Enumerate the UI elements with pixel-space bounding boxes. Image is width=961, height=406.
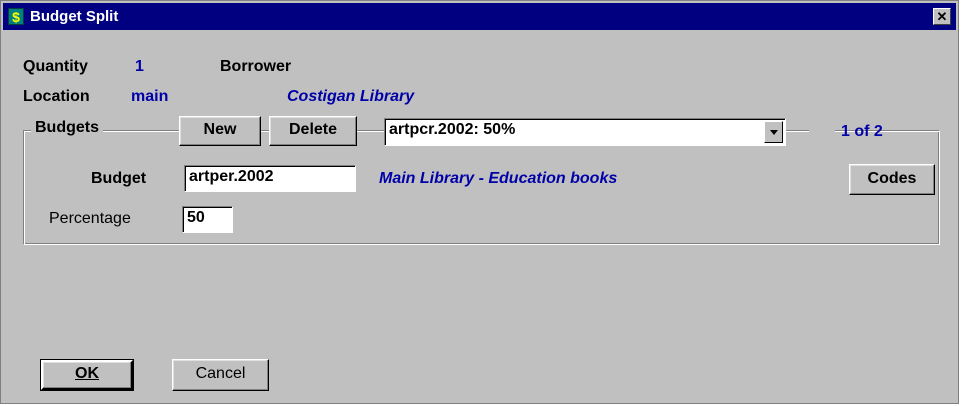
percentage-field[interactable]: 50 [182, 206, 233, 233]
codes-button[interactable]: Codes [849, 164, 935, 195]
delete-budget-button[interactable]: Delete [269, 116, 357, 146]
percentage-label: Percentage [49, 210, 131, 227]
location-value: main [131, 88, 169, 105]
budget-label: Budget [91, 170, 147, 187]
window-title: Budget Split [30, 8, 119, 25]
budget-select-value: artpcr.2002: 50% [389, 121, 516, 138]
close-icon: ✕ [936, 9, 948, 24]
quantity-value: 1 [135, 58, 144, 75]
group-border-gap [809, 127, 835, 133]
budgets-group-title: Budgets [31, 119, 103, 137]
new-budget-button[interactable]: New [179, 116, 261, 146]
budget-description: Main Library - Education books [379, 170, 618, 187]
ok-button[interactable]: OK [40, 359, 134, 391]
budget-position: 1 of 2 [841, 123, 883, 140]
location-label: Location [23, 88, 90, 105]
location-name: Costigan Library [287, 88, 415, 105]
close-button[interactable]: ✕ [933, 8, 951, 25]
chevron-down-icon[interactable] [764, 121, 783, 143]
title-bar: $ Budget Split ✕ [3, 3, 956, 30]
borrower-label: Borrower [220, 58, 292, 75]
cancel-button[interactable]: Cancel [172, 359, 269, 391]
budget-field[interactable]: artper.2002 [184, 165, 356, 192]
budget-split-window: $ Budget Split ✕ Quantity 1 Borrower Loc… [0, 0, 959, 404]
quantity-label: Quantity [23, 58, 88, 75]
budget-select[interactable]: artpcr.2002: 50% [384, 118, 786, 146]
dollar-icon: $ [8, 8, 24, 25]
